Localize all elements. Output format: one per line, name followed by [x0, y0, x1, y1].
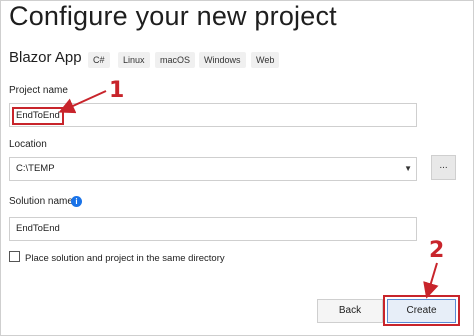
solution-name-label: Solution name — [9, 196, 73, 207]
location-value: C:\TEMP — [16, 163, 55, 174]
location-label: Location — [9, 139, 47, 150]
tag-linux: Linux — [118, 52, 150, 68]
back-button[interactable]: Back — [317, 299, 383, 323]
location-combobox[interactable]: C:\TEMP ▼ — [9, 157, 417, 181]
template-name: Blazor App — [9, 49, 82, 66]
same-directory-checkbox[interactable] — [9, 251, 20, 262]
browse-button[interactable]: ... — [431, 155, 456, 180]
tag-windows: Windows — [199, 52, 246, 68]
tag-macos: macOS — [155, 52, 196, 68]
same-directory-label: Place solution and project in the same d… — [25, 253, 225, 264]
callout-2: 2 — [429, 238, 445, 263]
callout-1: 1 — [109, 78, 125, 103]
solution-name-value: EndToEnd — [16, 223, 60, 234]
info-icon[interactable]: i — [71, 196, 82, 207]
tag-csharp: C# — [88, 52, 110, 68]
chevron-down-icon[interactable]: ▼ — [404, 158, 412, 180]
project-name-input[interactable]: EndToEnd — [9, 103, 417, 127]
create-highlight-box — [383, 295, 460, 326]
project-name-value: EndToEnd — [12, 107, 64, 125]
page-title: Configure your new project — [9, 1, 337, 31]
solution-name-input[interactable]: EndToEnd — [9, 217, 417, 241]
tag-web: Web — [251, 52, 280, 68]
project-name-label: Project name — [9, 85, 68, 96]
